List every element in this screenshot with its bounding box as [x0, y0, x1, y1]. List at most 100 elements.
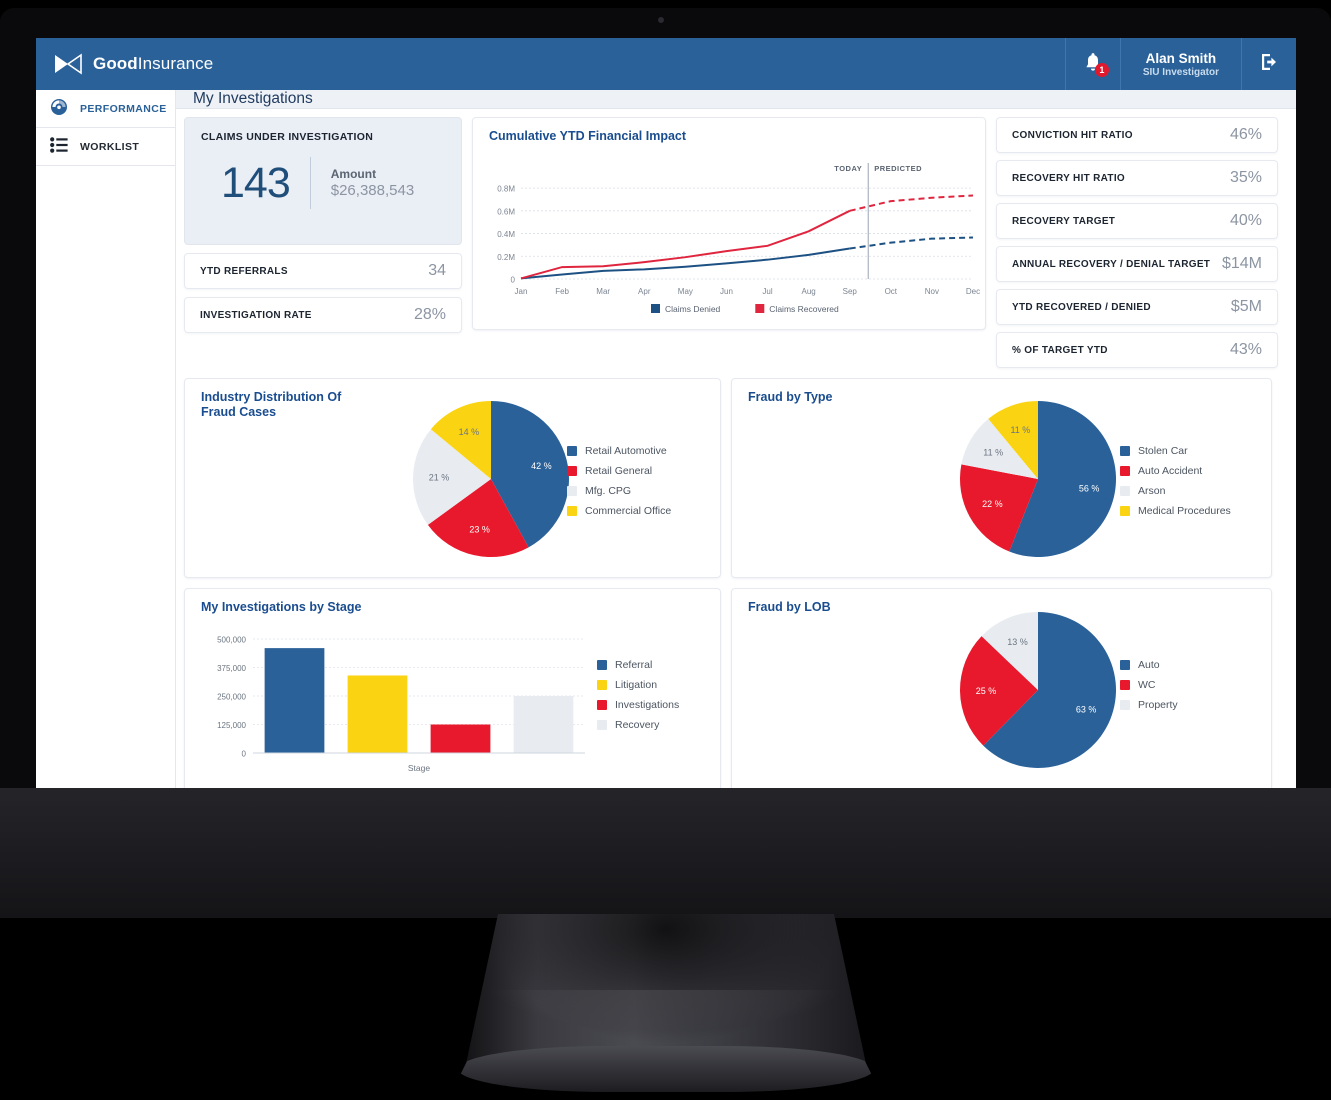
brand-name-light: Insurance	[137, 54, 214, 73]
svg-text:375,000: 375,000	[217, 664, 246, 673]
investigations-by-stage-title: My Investigations by Stage	[201, 600, 362, 614]
pie-slice-label: 14 %	[459, 427, 480, 437]
legend-item[interactable]: Property	[1120, 699, 1178, 711]
legend-item[interactable]: Stolen Car	[1120, 445, 1231, 457]
legend-swatch	[1120, 660, 1130, 670]
svg-text:Jul: Jul	[762, 287, 772, 296]
cumulative-ytd-line-chart: 0 0.2M 0.4M 0.6M 0.8M Jan Feb Mar Apr May Jun Jul Au…	[497, 163, 980, 314]
legend-swatch	[1120, 446, 1130, 456]
pie-slice-label: 11 %	[983, 448, 1003, 458]
legend-item[interactable]: Investigations	[597, 699, 679, 711]
ratio-kpi-column: CONVICTION HIT RATIO 46% RECOVERY HIT RA…	[996, 117, 1278, 368]
legend-item[interactable]: Auto	[1120, 659, 1178, 671]
svg-text:Jun: Jun	[720, 287, 733, 296]
dashboard-row-2: Industry Distribution Of Fraud Cases 42 …	[184, 378, 1284, 578]
sidebar-item-worklist[interactable]: WORKLIST	[36, 128, 175, 166]
pie-slice-label: 11 %	[1010, 425, 1030, 435]
legend-swatch	[567, 466, 577, 476]
svg-text:0.2M: 0.2M	[497, 253, 515, 262]
legend-item[interactable]: Retail Automotive	[567, 445, 671, 457]
svg-text:Mar: Mar	[596, 287, 610, 296]
kpi-value-conviction-hit-ratio: 46%	[1229, 126, 1262, 143]
legend-item[interactable]: Retail General	[567, 465, 671, 477]
legend-label: Recovery	[615, 719, 660, 731]
kpi-label-percent-of-target-ytd: % OF TARGET YTD	[1012, 344, 1108, 356]
legend-item[interactable]: Commercial Office	[567, 505, 671, 517]
svg-text:0.8M: 0.8M	[497, 185, 515, 194]
legend-swatch	[597, 680, 607, 690]
kpi-row-recovery-hit-ratio[interactable]: RECOVERY HIT RATIO 35%	[996, 160, 1278, 196]
bar[interactable]	[430, 724, 491, 754]
legend-label: Arson	[1138, 485, 1166, 497]
legend-item[interactable]: Auto Accident	[1120, 465, 1231, 477]
notifications-button[interactable]: 1	[1064, 38, 1120, 90]
sidebar-item-performance[interactable]: PERFORMANCE	[36, 90, 175, 128]
claims-under-investigation-card: CLAIMS UNDER INVESTIGATION 143 Amount $2…	[184, 117, 462, 245]
dashboard-canvas: CLAIMS UNDER INVESTIGATION 143 Amount $2…	[176, 109, 1296, 788]
svg-text:Feb: Feb	[555, 287, 569, 296]
legend-label: Retail General	[585, 465, 653, 477]
cumulative-ytd-chart-title: Cumulative YTD Financial Impact	[489, 129, 687, 143]
legend-item[interactable]: Referral	[597, 659, 679, 671]
legend-label: Retail Automotive	[585, 445, 667, 457]
kpi-value-annual-recovery-denial-target: $14M	[1221, 255, 1262, 272]
dashboard-row-3: My Investigations by Stage 0 125,000 250,0…	[184, 588, 1284, 788]
svg-text:Dec: Dec	[966, 287, 980, 296]
user-menu[interactable]: Alan Smith SIU Investigator	[1119, 38, 1241, 90]
kpi-value-recovery-hit-ratio: 35%	[1229, 169, 1262, 186]
bar[interactable]	[347, 675, 408, 753]
kpi-row-recovery-target[interactable]: RECOVERY TARGET 40%	[996, 203, 1278, 239]
kpi-row-ytd-referrals[interactable]: YTD REFERRALS 34	[184, 253, 462, 289]
legend-swatch	[567, 446, 577, 456]
legend-item[interactable]: Litigation	[597, 679, 679, 691]
kpi-label-annual-recovery-denial-target: ANNUAL RECOVERY / DENIAL TARGET	[1012, 258, 1211, 270]
kpi-label-recovery-hit-ratio: RECOVERY HIT RATIO	[1012, 172, 1126, 184]
legend-label: Litigation	[615, 679, 658, 691]
investigations-by-stage-legend: Referral Litigation Investigations Recovery	[597, 659, 679, 731]
svg-text:0: 0	[511, 276, 516, 285]
legend-item[interactable]: WC	[1120, 679, 1178, 691]
legend-label: Medical Procedures	[1138, 505, 1231, 517]
svg-text:0: 0	[242, 750, 247, 759]
svg-text:Jan: Jan	[515, 287, 528, 296]
legend-label: WC	[1138, 679, 1156, 691]
screen-content: GoodInsurance 1 Alan Smith SIU Investiga…	[36, 38, 1296, 788]
kpi-value-recovery-target: 40%	[1229, 212, 1262, 229]
bar[interactable]	[264, 648, 325, 753]
kpi-value-investigation-rate: 28%	[413, 306, 446, 323]
legend-label: Auto Accident	[1138, 465, 1203, 477]
pie-slice-label: 22 %	[982, 499, 1003, 509]
logout-button[interactable]	[1241, 38, 1296, 90]
kpi-row-ytd-recovered-denied[interactable]: YTD RECOVERED / DENIED $5M	[996, 289, 1278, 325]
kpi-row-conviction-hit-ratio[interactable]: CONVICTION HIT RATIO 46%	[996, 117, 1278, 153]
user-name: Alan Smith	[1145, 50, 1217, 66]
svg-text:0.4M: 0.4M	[497, 230, 515, 239]
legend-item[interactable]: Mfg. CPG	[567, 485, 671, 497]
pie-slice-label: 23 %	[469, 525, 490, 535]
bar[interactable]	[513, 696, 574, 753]
sidebar-item-label-performance: PERFORMANCE	[80, 102, 167, 115]
svg-text:TODAY: TODAY	[834, 164, 862, 173]
kpi-row-percent-of-target-ytd[interactable]: % OF TARGET YTD 43%	[996, 332, 1278, 368]
list-icon	[50, 137, 68, 156]
kpi-label-investigation-rate: INVESTIGATION RATE	[200, 309, 312, 321]
logout-icon	[1258, 51, 1280, 78]
kpi-row-annual-recovery-denial-target[interactable]: ANNUAL RECOVERY / DENIAL TARGET $14M	[996, 246, 1278, 282]
legend-item[interactable]: Medical Procedures	[1120, 505, 1231, 517]
pie-slice-label: 21 %	[429, 472, 450, 482]
legend-label: Referral	[615, 659, 653, 671]
app-body: PERFORMANCE WORKLIST My Investigations C…	[36, 90, 1296, 788]
brand-name-bold: Good	[93, 54, 138, 73]
svg-text:Aug: Aug	[802, 287, 816, 296]
legend-item[interactable]: Arson	[1120, 485, 1231, 497]
svg-text:0.6M: 0.6M	[497, 207, 515, 216]
legend-label: Property	[1138, 699, 1178, 711]
kpi-row-investigation-rate[interactable]: INVESTIGATION RATE 28%	[184, 297, 462, 333]
brand-logo[interactable]: GoodInsurance	[36, 38, 213, 90]
fraud-by-lob-card: Fraud by LOB 63 % 25 % 13 % Auto WC Property	[731, 588, 1272, 788]
legend-label: Commercial Office	[585, 505, 672, 517]
pie-slice-label: 42 %	[531, 461, 552, 471]
industry-distribution-legend: Retail Automotive Retail General Mfg. CPG C…	[567, 445, 671, 517]
svg-text:500,000: 500,000	[217, 636, 246, 645]
legend-item[interactable]: Recovery	[597, 719, 679, 731]
